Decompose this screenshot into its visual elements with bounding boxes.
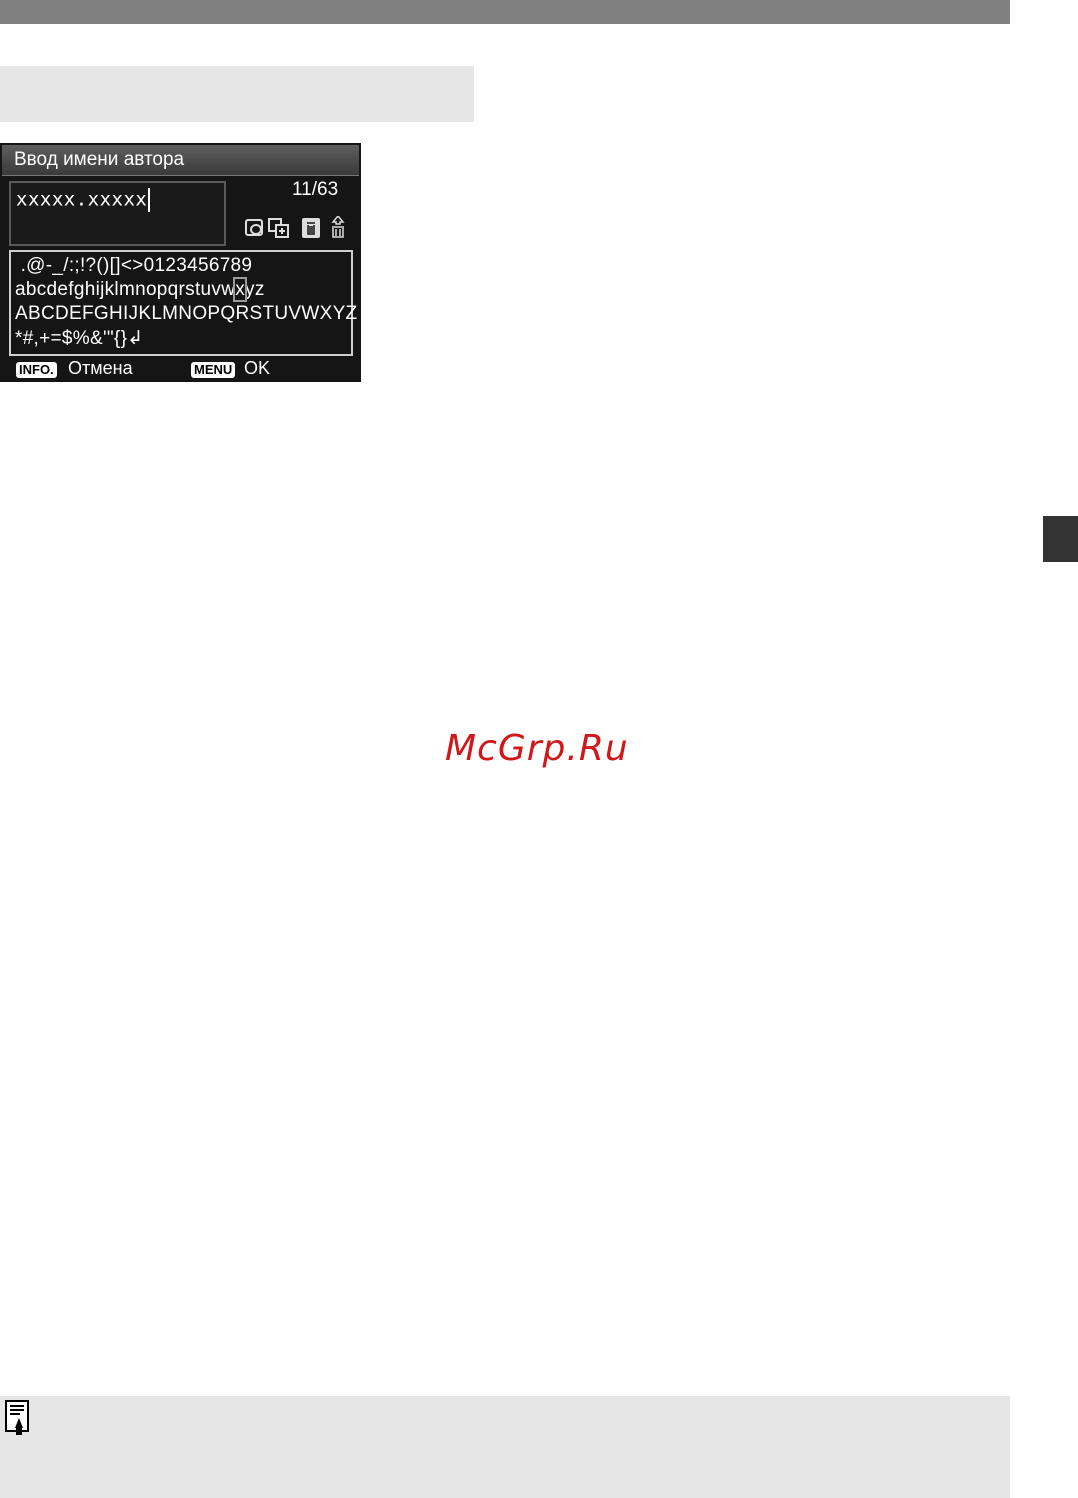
character-palette[interactable]: .@-_/:;!?()[]<>0123456789 abcdefghijklmn… [9, 250, 357, 356]
cancel-label: Отмена [68, 358, 133, 378]
ok-label: OK [244, 358, 271, 378]
input-value: xxxxx.xxxxx [16, 188, 148, 211]
top-bar [0, 0, 1010, 24]
menu-button[interactable]: MENU [191, 362, 236, 378]
info-button[interactable]: INFO. [16, 362, 57, 378]
char-row-lowercase-end: yz [245, 279, 265, 300]
magnify-icon[interactable] [245, 219, 263, 236]
camera-screen: Ввод имени автора xxxxx.xxxxx 11/63 .@-_… [0, 143, 361, 382]
char-row-uppercase[interactable]: ABCDEFGHIJKLMNOPQRSTUVWXYZ [15, 303, 357, 326]
input-value-wrap: xxxxx.xxxxx [16, 188, 151, 212]
char-row-symbols[interactable]: .@-_/:;!?()[]<>0123456789 [15, 255, 252, 278]
char-row-specials[interactable]: *#,+=$%&'"{}↲ [15, 327, 143, 350]
author-name-input[interactable]: xxxxx.xxxxx [9, 181, 226, 246]
trash-icon[interactable] [302, 218, 320, 238]
char-counter: 11/63 [292, 179, 339, 200]
chapter-tab [1043, 516, 1078, 562]
text-cursor [148, 188, 151, 212]
screen-title-bar: Ввод имени автора [2, 145, 359, 176]
char-row-lowercase[interactable]: abcdefghijklmnopqrstuvwxyz [15, 277, 265, 302]
screen-title: Ввод имени автора [14, 149, 185, 170]
watermark: McGrp.Ru [445, 728, 629, 769]
section-heading [0, 66, 474, 122]
note-box [0, 1396, 1010, 1498]
trash-case-icon[interactable] [329, 214, 347, 238]
selected-char[interactable]: x [233, 277, 248, 302]
char-row-lowercase-start: abcdefghijklmnopqrstuvw [15, 279, 236, 300]
note-icon [4, 1400, 30, 1436]
insert-icon[interactable] [268, 218, 290, 238]
